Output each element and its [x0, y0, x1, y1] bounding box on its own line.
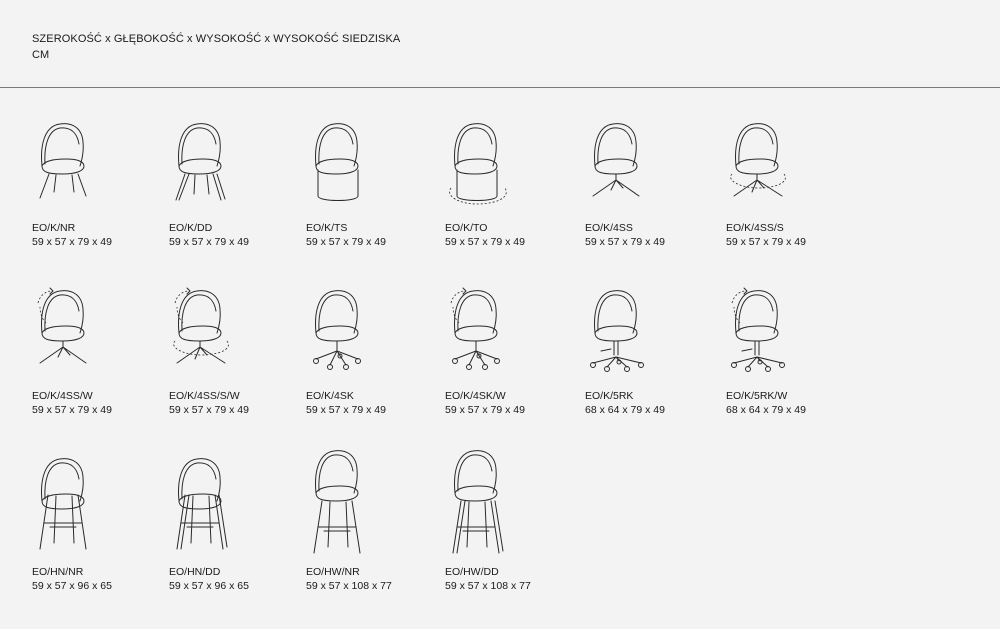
product-code: EO/HN/NR — [32, 566, 84, 578]
chair-drawing-icon — [313, 450, 361, 554]
product-dimensions: 59 x 57 x 79 x 49 — [306, 404, 386, 416]
chair-drawing-icon — [39, 123, 87, 199]
product-dimensions: 59 x 57 x 96 x 65 — [32, 580, 112, 592]
product-code: EO/K/5RK — [585, 390, 634, 402]
product-code: EO/K/4SS — [585, 222, 633, 234]
product-code: EO/K/TS — [306, 222, 348, 234]
product-dimensions: 59 x 57 x 79 x 49 — [32, 236, 112, 248]
product-code: EO/K/4SK/W — [445, 390, 506, 402]
product-code: EO/K/DD — [169, 222, 213, 234]
chair-drawing-icon — [731, 287, 785, 372]
chair-drawing-icon — [313, 290, 361, 370]
chair-drawing-icon — [39, 458, 87, 550]
product-code: EO/K/5RK/W — [726, 390, 788, 402]
chair-drawing-icon — [37, 287, 87, 364]
chair-drawing-icon — [176, 458, 228, 550]
product-code: EO/K/4SS/S — [726, 222, 784, 234]
product-dimensions: 59 x 57 x 79 x 49 — [445, 236, 525, 248]
product-dimensions: 59 x 57 x 108 x 77 — [445, 580, 531, 592]
chair-drawing-icon — [175, 123, 226, 201]
product-dimensions: 68 x 64 x 79 x 49 — [726, 404, 806, 416]
product-code: EO/K/NR — [32, 222, 76, 234]
product-dimensions: 59 x 57 x 79 x 49 — [445, 404, 525, 416]
chair-drawing-icon — [452, 450, 504, 554]
chair-drawing-icon — [592, 123, 640, 197]
product-dimensions: 68 x 64 x 79 x 49 — [585, 404, 665, 416]
chair-drawing-icon — [315, 123, 359, 201]
product-code: EO/HW/DD — [445, 566, 499, 578]
product-grid: EO/K/NR 59 x 57 x 79 x 49 EO/K/DD 59 x 5… — [0, 0, 1000, 629]
chair-drawing-icon — [450, 287, 500, 370]
product-dimensions: 59 x 57 x 96 x 65 — [169, 580, 249, 592]
chair-drawing-icon — [730, 123, 786, 197]
product-dimensions: 59 x 57 x 79 x 49 — [585, 236, 665, 248]
product-dimensions: 59 x 57 x 79 x 49 — [32, 404, 112, 416]
product-code: EO/HW/NR — [306, 566, 360, 578]
chair-drawing-icon — [449, 123, 507, 205]
product-dimensions: 59 x 57 x 79 x 49 — [726, 236, 806, 248]
chair-drawing-icon — [173, 287, 229, 364]
product-code: EO/K/4SS/S/W — [169, 390, 240, 402]
product-code: EO/K/4SS/W — [32, 390, 93, 402]
product-code: EO/K/TO — [445, 222, 488, 234]
product-code: EO/HN/DD — [169, 566, 221, 578]
product-dimensions: 59 x 57 x 79 x 49 — [169, 404, 249, 416]
product-dimensions: 59 x 57 x 79 x 49 — [169, 236, 249, 248]
product-code: EO/K/4SK — [306, 390, 354, 402]
product-dimensions: 59 x 57 x 79 x 49 — [306, 236, 386, 248]
chair-drawing-icon — [590, 290, 644, 372]
product-dimensions: 59 x 57 x 108 x 77 — [306, 580, 392, 592]
